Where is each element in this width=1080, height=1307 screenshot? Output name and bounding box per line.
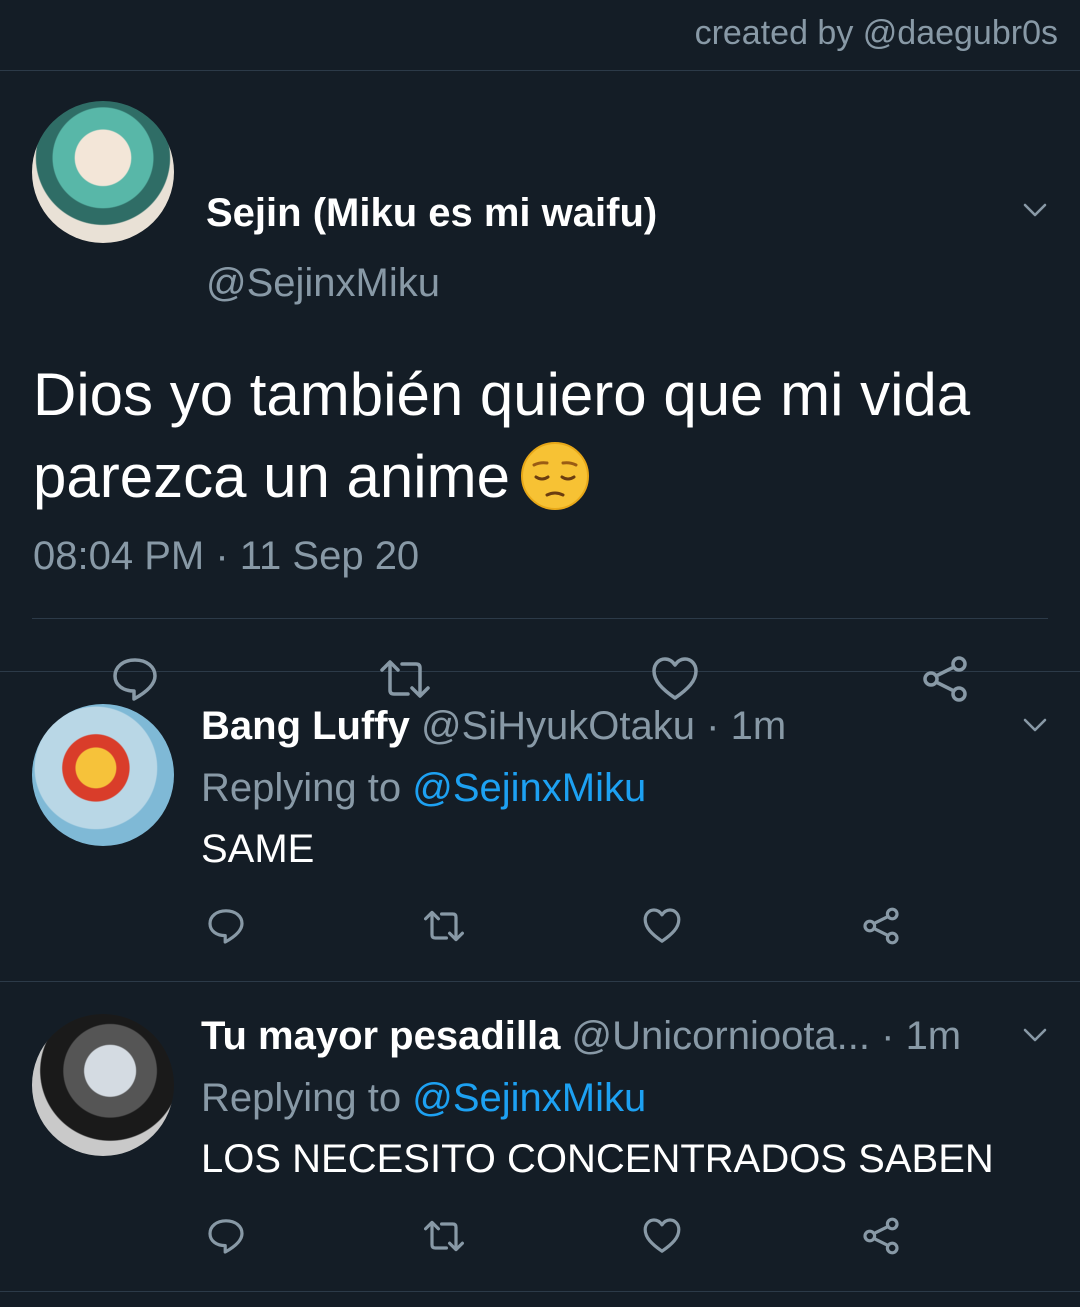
- tweet-timestamp: 08:04 PM · 11 Sep 20: [33, 534, 419, 579]
- replying-to: Replying to @SejinxMiku: [201, 766, 646, 811]
- time-separator: ·: [204, 534, 240, 578]
- reply-icon[interactable]: [206, 1216, 246, 1256]
- tweet-body: Dios yo también quiero que mi vida parez…: [33, 361, 971, 510]
- retweet-icon[interactable]: [424, 906, 464, 946]
- share-icon[interactable]: [861, 906, 901, 946]
- chevron-down-icon[interactable]: [1022, 197, 1048, 223]
- share-icon[interactable]: [861, 1216, 901, 1256]
- reply-header: Bang Luffy @SiHyukOtaku · 1m: [201, 704, 786, 749]
- avatar[interactable]: [32, 101, 174, 243]
- retweet-icon[interactable]: [424, 1216, 464, 1256]
- tweet-date: 11 Sep 20: [239, 534, 420, 578]
- author-handle[interactable]: @SejinxMiku: [206, 261, 440, 306]
- top-bar: created by @daegubr0s: [0, 0, 1080, 71]
- credit-text: created by @daegubr0s: [694, 14, 1058, 52]
- reply-text: SAME: [201, 827, 315, 871]
- author-handle[interactable]: @SiHyukOtaku · 1m: [421, 704, 786, 748]
- mention-link[interactable]: @SejinxMiku: [412, 1076, 646, 1120]
- avatar[interactable]: [32, 1014, 174, 1156]
- reply-icon[interactable]: [206, 906, 246, 946]
- tweet-text: Dios yo también quiero que mi vida parez…: [33, 354, 1043, 518]
- mention-link[interactable]: @SejinxMiku: [412, 766, 646, 810]
- reply-tweet[interactable]: Bang Luffy @SiHyukOtaku · 1m Replying to…: [0, 672, 1080, 982]
- chevron-down-icon[interactable]: [1022, 1022, 1048, 1048]
- reply-tweet[interactable]: Tu mayor pesadilla @Unicornioota... · 1m…: [0, 982, 1080, 1292]
- author-name[interactable]: Tu mayor pesadilla: [201, 1014, 560, 1058]
- replying-prefix: Replying to: [201, 766, 413, 810]
- tweet-time: 08:04 PM: [33, 534, 205, 578]
- divider: [32, 618, 1048, 619]
- reply-header: Tu mayor pesadilla @Unicornioota... · 1m: [201, 1014, 961, 1059]
- chevron-down-icon[interactable]: [1022, 712, 1048, 738]
- replying-to: Replying to @SejinxMiku: [201, 1076, 646, 1121]
- reply-text: LOS NECESITO CONCENTRADOS SABEN: [201, 1137, 994, 1181]
- replying-prefix: Replying to: [201, 1076, 413, 1120]
- like-icon[interactable]: [642, 1216, 682, 1256]
- main-tweet: Sejin (Miku es mi waifu) @SejinxMiku Dio…: [0, 71, 1080, 702]
- pensive-face-icon: [520, 441, 590, 511]
- author-handle[interactable]: @Unicornioota... · 1m: [572, 1014, 962, 1058]
- author-name[interactable]: Bang Luffy: [201, 704, 410, 748]
- avatar[interactable]: [32, 704, 174, 846]
- author-name[interactable]: Sejin (Miku es mi waifu): [206, 191, 657, 236]
- like-icon[interactable]: [642, 906, 682, 946]
